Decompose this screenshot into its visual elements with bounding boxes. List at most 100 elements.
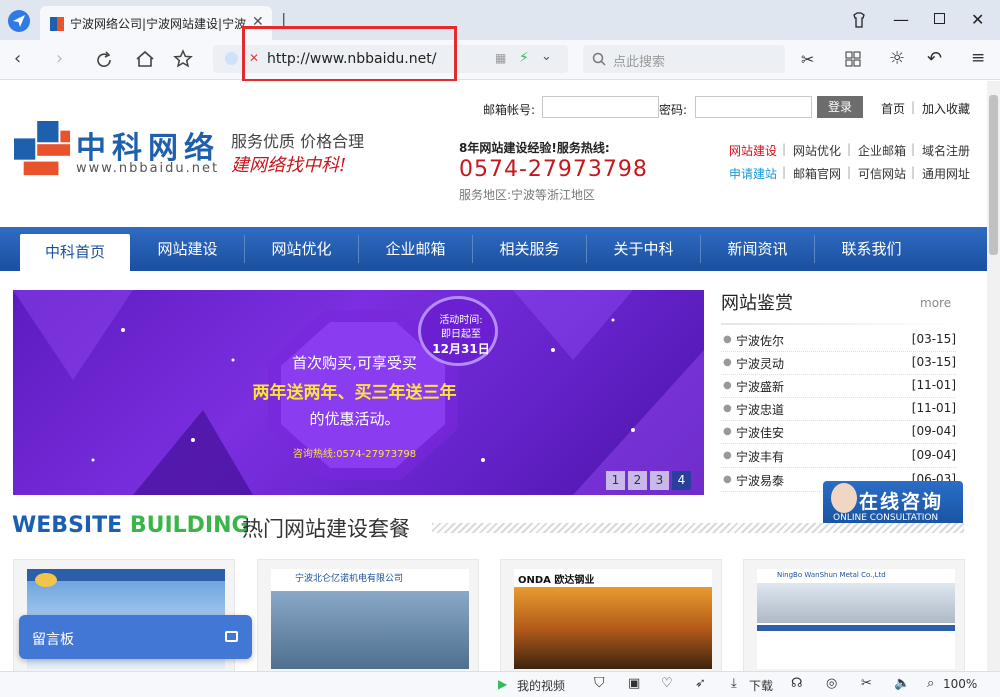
banner-page-2[interactable]: 2 — [628, 471, 647, 490]
home-link[interactable]: 首页 — [881, 100, 905, 117]
thumbnail-title: NingBo WanShun Metal Co.,Ltd — [777, 571, 886, 579]
quick-link-keyword[interactable]: 通用网址 — [922, 165, 970, 182]
heart-icon[interactable]: ♡ — [661, 676, 673, 691]
list-item[interactable]: ● 宁波佳安 [09-04] — [721, 421, 956, 444]
security-icon[interactable] — [225, 52, 238, 65]
list-item-name: 宁波佐尔 — [736, 334, 785, 348]
hotline-label: 8年网站建设经验!服务热线: — [459, 141, 610, 155]
brightness-icon[interactable]: ☼ — [889, 48, 905, 69]
showcase-more-link[interactable]: more — [920, 296, 951, 310]
bullet-icon: ● — [723, 380, 732, 391]
showcase-divider — [721, 323, 961, 325]
bookmark-star-icon[interactable] — [173, 49, 193, 69]
shield-icon[interactable]: ⛉ — [594, 675, 605, 691]
list-item-date: [03-15] — [911, 355, 956, 369]
quick-link-trusted[interactable]: 可信网站 — [858, 165, 906, 182]
qr-icon[interactable]: ▦ — [495, 51, 506, 65]
speed-mode-icon[interactable]: ⚡ — [519, 50, 529, 66]
quick-link-seo[interactable]: 网站优化 — [793, 142, 841, 159]
list-item[interactable]: ● 宁波佐尔 [03-15] — [721, 329, 956, 352]
section-title-en-a: WEBSITE — [12, 513, 123, 538]
badge-line2: 即日起至 — [441, 329, 481, 340]
list-item[interactable]: ● 宁波盛新 [11-01] — [721, 375, 956, 398]
package-card[interactable]: NingBo WanShun Metal Co.,Ltd — [743, 559, 965, 671]
email-input[interactable] — [542, 96, 659, 118]
mode-dropdown-icon[interactable]: ⌄ — [541, 49, 552, 64]
refresh-icon[interactable] — [95, 51, 113, 69]
package-card[interactable]: 宁波北仑亿诺机电有限公司 — [257, 559, 479, 671]
list-item[interactable]: ● 宁波灵动 [03-15] — [721, 352, 956, 375]
maximize-icon[interactable] — [934, 13, 945, 24]
separator: | — [911, 142, 916, 156]
bullet-icon: ● — [723, 403, 732, 414]
banner-page-1[interactable]: 1 — [606, 471, 625, 490]
consult-label-en: ONLINE CONSULTATION — [833, 513, 939, 523]
nav-web-build[interactable]: 网站建设 — [131, 227, 244, 271]
video-icon[interactable]: ▶ — [498, 677, 507, 691]
tab-title: 宁波网络公司|宁波网站建设|宁波 — [70, 17, 247, 31]
scissors-icon[interactable]: ✂ — [801, 50, 814, 69]
download-icon[interactable]: ⤓ — [731, 676, 737, 691]
scrollbar-thumb[interactable] — [989, 95, 998, 255]
undo-icon[interactable]: ↶ — [927, 48, 942, 69]
quick-link-mail-site[interactable]: 邮箱官网 — [793, 165, 841, 182]
expand-icon[interactable] — [225, 631, 238, 642]
password-label: 密码: — [659, 103, 688, 117]
back-icon[interactable]: ‹ — [14, 50, 21, 68]
list-item-date: [03-15] — [911, 332, 956, 346]
login-button[interactable]: 登录 — [817, 96, 863, 118]
quick-link-domain[interactable]: 域名注册 — [922, 142, 970, 159]
brand-domain: www.nbbaidu.net — [76, 161, 220, 176]
nav-home[interactable]: 中科首页 — [20, 234, 130, 271]
promo-banner[interactable]: 活动时间: 即日起至 12月31日 首次购买,可享受买 两年送两年、买三年送三年… — [13, 290, 704, 495]
consultant-avatar — [831, 483, 857, 513]
skin-icon[interactable] — [851, 12, 867, 28]
company-logo-icon[interactable] — [13, 121, 73, 179]
package-card[interactable]: ONDA 欧达钢业 — [500, 559, 722, 671]
menu-icon[interactable]: ≡ — [971, 48, 985, 68]
nav-seo[interactable]: 网站优化 — [245, 227, 358, 271]
password-input[interactable] — [695, 96, 812, 118]
separator: | — [847, 165, 852, 179]
banner-page-4[interactable]: 4 — [672, 471, 691, 490]
bullet-icon: ● — [723, 334, 732, 345]
zoom-icon[interactable]: ⌕ — [927, 676, 934, 691]
quick-link-apply[interactable]: 申请建站 — [729, 165, 777, 182]
bullet-icon: ● — [723, 357, 732, 368]
thumbnail-title: 宁波北仑亿诺机电有限公司 — [295, 574, 404, 584]
list-item[interactable]: ● 宁波丰有 [09-04] — [721, 445, 956, 468]
main-nav: 网站建设 网站优化 企业邮箱 相关服务 关于中科 新闻资讯 联系我们 — [0, 227, 987, 271]
forward-icon[interactable]: › — [56, 50, 63, 68]
quick-link-email[interactable]: 企业邮箱 — [858, 142, 906, 159]
zoom-level[interactable]: 100% — [943, 677, 977, 691]
section-title-en: WEBSITE BUILDING — [12, 513, 250, 538]
list-item[interactable]: ● 宁波忠道 [11-01] — [721, 398, 956, 421]
banner-page-3[interactable]: 3 — [650, 471, 669, 490]
browser-logo-icon[interactable] — [7, 9, 31, 33]
image-icon[interactable]: ▣ — [628, 676, 640, 691]
home-icon[interactable] — [135, 50, 155, 68]
quick-link-web-build[interactable]: 网站建设 — [729, 142, 777, 159]
browser-icon[interactable]: ◎ — [826, 676, 837, 691]
message-board-label: 留言板 — [32, 632, 74, 648]
window-close-icon[interactable]: ✕ — [971, 10, 984, 29]
message-board-widget[interactable]: 留言板 — [19, 615, 252, 659]
minimize-icon[interactable]: — — [893, 10, 909, 29]
nav-email[interactable]: 企业邮箱 — [359, 227, 472, 271]
nav-news[interactable]: 新闻资讯 — [701, 227, 814, 271]
cut-icon[interactable]: ✂ — [861, 676, 872, 691]
nav-about[interactable]: 关于中科 — [587, 227, 700, 271]
nav-services[interactable]: 相关服务 — [473, 227, 586, 271]
rocket-icon[interactable]: ➶ — [695, 676, 706, 691]
tab-active[interactable]: 宁波网络公司|宁波网站建设|宁波 ✕ — [40, 6, 272, 40]
search-box[interactable]: 点此搜索 — [583, 45, 785, 73]
apps-grid-icon[interactable] — [845, 51, 861, 67]
bullet-icon: ● — [723, 450, 732, 461]
nav-contact[interactable]: 联系我们 — [815, 227, 928, 271]
sound-icon[interactable]: 🔈 — [894, 676, 910, 691]
download-link[interactable]: 下载 — [749, 677, 773, 694]
add-favorite-link[interactable]: 加入收藏 — [922, 100, 970, 117]
my-video-link[interactable]: 我的视频 — [517, 677, 565, 694]
headset-icon[interactable]: ☊ — [791, 676, 803, 691]
site-thumbnail: NingBo WanShun Metal Co.,Ltd — [757, 569, 955, 669]
